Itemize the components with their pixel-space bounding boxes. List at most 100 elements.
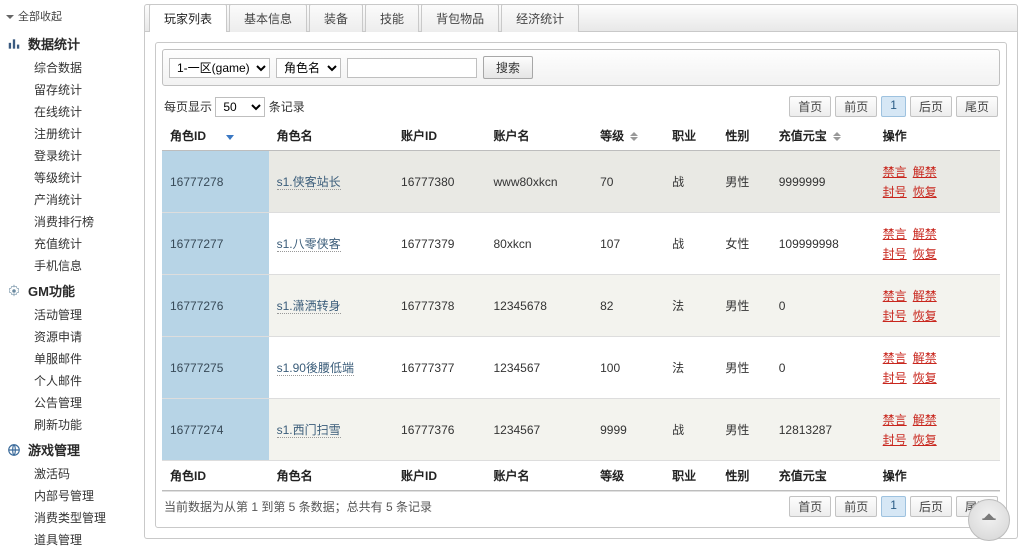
menu-item[interactable]: 个人邮件 [0, 370, 140, 392]
op-link[interactable]: 恢复 [913, 183, 937, 200]
col-header[interactable]: 角色ID [162, 461, 269, 491]
op-link[interactable]: 禁言 [883, 225, 907, 242]
menu-item[interactable]: 单服邮件 [0, 348, 140, 370]
op-link[interactable]: 解禁 [913, 225, 937, 242]
tab[interactable]: 玩家列表 [149, 4, 227, 32]
menu-item[interactable]: 注册统计 [0, 123, 140, 145]
op-link[interactable]: 恢复 [913, 245, 937, 262]
pager-page[interactable]: 1 [881, 96, 906, 117]
col-header[interactable]: 账户ID [393, 121, 485, 151]
pager-prev[interactable]: 前页 [835, 496, 877, 517]
section-gear[interactable]: GM功能 [0, 277, 140, 304]
menu-item[interactable]: 等级统计 [0, 167, 140, 189]
col-header[interactable]: 角色名 [269, 461, 393, 491]
pager-prev[interactable]: 前页 [835, 96, 877, 117]
op-link[interactable]: 禁言 [883, 411, 907, 428]
col-header[interactable]: 性别 [717, 461, 770, 491]
menu-item[interactable]: 产消统计 [0, 189, 140, 211]
section-bar[interactable]: 数据统计 [0, 30, 140, 57]
op-link[interactable]: 封号 [883, 245, 907, 262]
cell-recharge: 12813287 [771, 399, 875, 461]
op-link[interactable]: 封号 [883, 183, 907, 200]
menu-item[interactable]: 活动管理 [0, 304, 140, 326]
col-header[interactable]: 角色名 [269, 121, 393, 151]
op-link[interactable]: 封号 [883, 431, 907, 448]
pager-last[interactable]: 尾页 [956, 96, 998, 117]
op-link[interactable]: 解禁 [913, 163, 937, 180]
op-link[interactable]: 禁言 [883, 287, 907, 304]
scroll-top-button[interactable] [968, 499, 1010, 541]
col-header[interactable]: 账户名 [485, 461, 592, 491]
menu-item[interactable]: 内部号管理 [0, 485, 140, 507]
menu-item[interactable]: 资源申请 [0, 326, 140, 348]
collapse-all[interactable]: 全部收起 [0, 6, 140, 30]
col-header[interactable]: 等级 [592, 461, 664, 491]
op-link[interactable]: 解禁 [913, 287, 937, 304]
cell-role-id[interactable]: 16777277 [162, 213, 269, 275]
cell-role-id[interactable]: 16777276 [162, 275, 269, 337]
tab[interactable]: 背包物品 [421, 4, 499, 32]
col-label: 职业 [672, 129, 696, 143]
tab[interactable]: 装备 [309, 4, 363, 32]
col-header[interactable]: 操作 [875, 121, 1000, 151]
op-link[interactable]: 解禁 [913, 411, 937, 428]
section-globe[interactable]: 游戏管理 [0, 436, 140, 463]
menu-item[interactable]: 综合数据 [0, 57, 140, 79]
menu-item[interactable]: 公告管理 [0, 392, 140, 414]
op-link[interactable]: 禁言 [883, 349, 907, 366]
menu-item[interactable]: 手机信息 [0, 255, 140, 277]
tab[interactable]: 经济统计 [501, 4, 579, 32]
col-header[interactable]: 等级 [592, 121, 664, 151]
cell-role-id[interactable]: 16777278 [162, 151, 269, 213]
pager-page[interactable]: 1 [881, 496, 906, 517]
pager-first[interactable]: 首页 [789, 96, 831, 117]
cell-recharge: 9999999 [771, 151, 875, 213]
menu-item[interactable]: 留存统计 [0, 79, 140, 101]
menu-item[interactable]: 道具管理 [0, 529, 140, 551]
search-button[interactable]: 搜索 [483, 56, 533, 79]
menu-item[interactable]: 激活码 [0, 463, 140, 485]
page-size: 每页显示 50 条记录 [164, 97, 305, 117]
col-header[interactable]: 充值元宝 [771, 461, 875, 491]
op-link[interactable]: 恢复 [913, 369, 937, 386]
op-link[interactable]: 封号 [883, 307, 907, 324]
col-header[interactable]: 充值元宝 [771, 121, 875, 151]
tab[interactable]: 基本信息 [229, 4, 307, 32]
server-select[interactable]: 1-一区(game) [169, 58, 270, 78]
pager-next[interactable]: 后页 [910, 496, 952, 517]
menu-item[interactable]: 消费类型管理 [0, 507, 140, 529]
role-name-link[interactable]: s1.潇洒转身 [277, 299, 341, 314]
role-name-link[interactable]: s1.侠客站长 [277, 175, 341, 190]
field-select[interactable]: 角色名 [276, 58, 341, 78]
role-name-link[interactable]: s1.90後腰低端 [277, 361, 354, 376]
menu-item[interactable]: 登录统计 [0, 145, 140, 167]
pager-first[interactable]: 首页 [789, 496, 831, 517]
col-header[interactable]: 账户名 [485, 121, 592, 151]
col-header[interactable]: 账户ID [393, 461, 485, 491]
col-header[interactable]: 角色ID [162, 121, 269, 151]
op-link[interactable]: 恢复 [913, 307, 937, 324]
cell-role-id[interactable]: 16777274 [162, 399, 269, 461]
col-label: 操作 [883, 469, 907, 483]
menu-item[interactable]: 在线统计 [0, 101, 140, 123]
col-header[interactable]: 职业 [664, 461, 717, 491]
section-user[interactable]: 玩家管理 [0, 551, 140, 555]
op-link[interactable]: 解禁 [913, 349, 937, 366]
op-link[interactable]: 恢复 [913, 431, 937, 448]
col-header[interactable]: 性别 [717, 121, 770, 151]
page-size-select[interactable]: 50 [215, 97, 265, 117]
cell-role-id[interactable]: 16777275 [162, 337, 269, 399]
op-link[interactable]: 禁言 [883, 163, 907, 180]
menu-item[interactable]: 刷新功能 [0, 414, 140, 436]
tab[interactable]: 技能 [365, 4, 419, 32]
menu-item[interactable]: 充值统计 [0, 233, 140, 255]
menu-item[interactable]: 消费排行榜 [0, 211, 140, 233]
col-header[interactable]: 职业 [664, 121, 717, 151]
search-input[interactable] [347, 58, 477, 78]
role-name-link[interactable]: s1.西门扫雪 [277, 423, 341, 438]
role-name-link[interactable]: s1.八零侠客 [277, 237, 341, 252]
col-header[interactable]: 操作 [875, 461, 1000, 491]
op-link[interactable]: 封号 [883, 369, 907, 386]
pager-next[interactable]: 后页 [910, 96, 952, 117]
tabstrip: 玩家列表基本信息装备技能背包物品经济统计 [144, 4, 1018, 32]
